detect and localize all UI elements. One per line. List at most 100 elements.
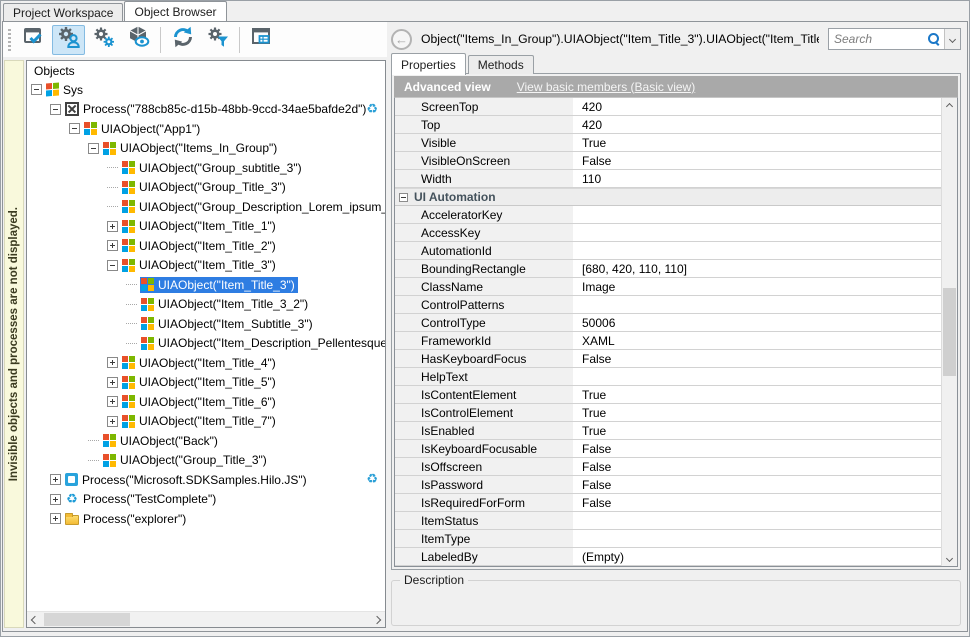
scroll-up-arrow-icon[interactable] <box>942 98 957 114</box>
tab-project-workspace[interactable]: Project Workspace <box>3 3 123 21</box>
tree-label[interactable]: Sys <box>63 83 83 97</box>
properties-vertical-scrollbar[interactable] <box>941 98 957 566</box>
tab-methods[interactable]: Methods <box>468 55 534 74</box>
tree-label[interactable]: UIAObject("Group_Title_3") <box>120 453 267 467</box>
collapse-icon[interactable] <box>399 193 408 202</box>
tree-row[interactable]: UIAObject("Item_Title_3") <box>27 256 385 276</box>
collapse-icon[interactable] <box>31 84 42 95</box>
tree-label[interactable]: Process("Microsoft.SDKSamples.Hilo.JS") <box>82 473 307 487</box>
search-icon[interactable] <box>927 32 941 46</box>
tree-row[interactable]: UIAObject("Group_Description_Lorem_ipsum… <box>27 197 385 217</box>
basic-view-link[interactable]: View basic members (Basic view) <box>517 80 696 94</box>
tree-row[interactable]: UIAObject("Item_Title_2") <box>27 236 385 256</box>
window-check-button[interactable] <box>17 25 50 55</box>
tree-row[interactable]: Process("788cb85c-d15b-48bb-9ccd-34ae5ba… <box>27 100 385 120</box>
tree-label[interactable]: Process("TestComplete") <box>83 492 216 506</box>
property-row[interactable]: IsEnabledTrue <box>395 422 941 440</box>
property-row[interactable]: IsPasswordFalse <box>395 476 941 494</box>
property-row[interactable]: Width110 <box>395 170 941 188</box>
tree-label[interactable]: UIAObject("Item_Title_5") <box>139 375 276 389</box>
tree-label[interactable]: UIAObject("Item_Title_2") <box>139 239 276 253</box>
tree-label[interactable]: Process("788cb85c-d15b-48bb-9ccd-34ae5ba… <box>83 102 366 116</box>
tree-row[interactable]: UIAObject("Item_Title_5") <box>27 373 385 393</box>
collapse-icon[interactable] <box>107 260 118 271</box>
tab-properties[interactable]: Properties <box>391 53 466 75</box>
tree-label[interactable]: UIAObject("Item_Title_3") <box>158 278 295 292</box>
tree-row[interactable]: UIAObject("Item_Title_6") <box>27 392 385 412</box>
tree-label[interactable]: UIAObject("Group_Title_3") <box>139 180 286 194</box>
property-row[interactable]: ClassNameImage <box>395 278 941 296</box>
property-row[interactable]: AutomationId <box>395 242 941 260</box>
collapse-icon[interactable] <box>88 143 99 154</box>
property-row[interactable]: FrameworkIdXAML <box>395 332 941 350</box>
tree-row[interactable]: UIAObject("Item_Title_1") <box>27 217 385 237</box>
tree-label[interactable]: UIAObject("Group_Description_Lorem_ipsum… <box>139 200 385 214</box>
tree-row[interactable]: UIAObject("Group_Title_3") <box>27 178 385 198</box>
spy-user-gear-button[interactable] <box>52 25 85 55</box>
property-row[interactable]: AcceleratorKey <box>395 206 941 224</box>
report-window-button[interactable] <box>245 25 278 55</box>
tree-row[interactable]: Process("Microsoft.SDKSamples.Hilo.JS")♻ <box>27 470 385 490</box>
property-row[interactable]: IsRequiredForFormFalse <box>395 494 941 512</box>
collapse-icon[interactable] <box>69 123 80 134</box>
tree-label[interactable]: UIAObject("Item_Title_4") <box>139 356 276 370</box>
tree-row[interactable]: UIAObject("Items_In_Group") <box>27 139 385 159</box>
search-input[interactable] <box>829 32 927 46</box>
scrollbar-thumb[interactable] <box>943 288 956 376</box>
property-row[interactable]: AccessKey <box>395 224 941 242</box>
tree-label[interactable]: UIAObject("Item_Title_3_2") <box>158 297 308 311</box>
refresh-button[interactable] <box>166 25 199 55</box>
tree-row[interactable]: UIAObject("Item_Title_4") <box>27 353 385 373</box>
tree-label[interactable]: UIAObject("Item_Title_3") <box>139 258 276 272</box>
collapse-icon[interactable] <box>50 104 61 115</box>
property-row[interactable]: BoundingRectangle[680, 420, 110, 110] <box>395 260 941 278</box>
property-row[interactable]: HasKeyboardFocusFalse <box>395 350 941 368</box>
tree-horizontal-scrollbar[interactable] <box>27 611 385 627</box>
expand-icon[interactable] <box>50 474 61 485</box>
property-row[interactable]: ItemStatus <box>395 512 941 530</box>
scroll-left-arrow-icon[interactable] <box>27 612 43 628</box>
tree-row[interactable]: UIAObject("Group_subtitle_3") <box>27 158 385 178</box>
tree-row[interactable]: ♻Process("TestComplete") <box>27 490 385 510</box>
property-row[interactable]: HelpText <box>395 368 941 386</box>
expand-icon[interactable] <box>107 221 118 232</box>
expand-icon[interactable] <box>107 416 118 427</box>
tab-object-browser[interactable]: Object Browser <box>124 1 226 21</box>
tree-label[interactable]: UIAObject("Items_In_Group") <box>120 141 277 155</box>
tree-label[interactable]: UIAObject("Back") <box>120 434 218 448</box>
expand-icon[interactable] <box>107 396 118 407</box>
toolbar-grip-handle[interactable] <box>8 29 11 51</box>
tree-label[interactable]: UIAObject("Group_subtitle_3") <box>139 161 302 175</box>
property-row[interactable]: ControlPatterns <box>395 296 941 314</box>
tree-row[interactable]: UIAObject("Item_Title_3") <box>27 275 385 295</box>
property-row[interactable]: Top420 <box>395 116 941 134</box>
tree-label[interactable]: UIAObject("Item_Subtitle_3") <box>158 317 313 331</box>
tree-row[interactable]: Process("explorer") <box>27 509 385 529</box>
property-row[interactable]: LabeledBy(Empty) <box>395 548 941 566</box>
tree-label[interactable]: UIAObject("Item_Title_1") <box>139 219 276 233</box>
property-row[interactable]: ControlType50006 <box>395 314 941 332</box>
tree-label[interactable]: Process("explorer") <box>83 512 186 526</box>
tree-row[interactable]: UIAObject("Item_Title_3_2") <box>27 295 385 315</box>
expand-icon[interactable] <box>50 513 61 524</box>
scroll-right-arrow-icon[interactable] <box>369 612 385 628</box>
tree-label[interactable]: UIAObject("Item_Description_Pellentesque… <box>158 336 385 350</box>
tree-row[interactable]: Sys <box>27 80 385 100</box>
scroll-down-arrow-icon[interactable] <box>942 550 957 566</box>
property-row[interactable]: IsContentElementTrue <box>395 386 941 404</box>
expand-icon[interactable] <box>107 377 118 388</box>
object-view-button[interactable] <box>122 25 155 55</box>
tree-row[interactable]: UIAObject("Item_Subtitle_3") <box>27 314 385 334</box>
tree-row[interactable]: UIAObject("Group_Title_3") <box>27 451 385 471</box>
property-row[interactable]: IsControlElementTrue <box>395 404 941 422</box>
back-button[interactable]: ← <box>391 29 412 50</box>
filter-settings-button[interactable] <box>201 25 234 55</box>
tree-label[interactable]: UIAObject("Item_Title_7") <box>139 414 276 428</box>
expand-icon[interactable] <box>107 357 118 368</box>
property-row[interactable]: VisibleOnScreenFalse <box>395 152 941 170</box>
property-row[interactable]: VisibleTrue <box>395 134 941 152</box>
tree-label[interactable]: UIAObject("App1") <box>101 122 200 136</box>
property-row[interactable]: IsOffscreenFalse <box>395 458 941 476</box>
property-row[interactable]: IsKeyboardFocusableFalse <box>395 440 941 458</box>
settings-gears-button[interactable] <box>87 25 120 55</box>
